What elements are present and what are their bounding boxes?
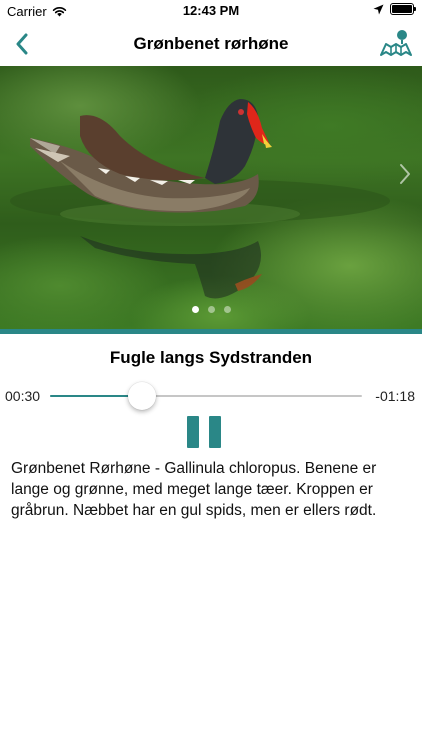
status-right	[373, 3, 416, 15]
progress-slider[interactable]	[50, 382, 362, 410]
map-pin-icon	[380, 30, 412, 56]
page-dot-2[interactable]	[207, 306, 215, 313]
location-arrow-icon	[373, 4, 384, 14]
time-elapsed: 00:30	[5, 388, 41, 404]
pause-icon-bar	[209, 416, 221, 448]
chevron-left-icon	[16, 33, 28, 55]
description-text: Grønbenet Rørhøne - Gallinula chloropus.…	[11, 460, 377, 519]
time-remaining: -01:18	[375, 388, 415, 404]
page-dot-3[interactable]	[223, 306, 231, 313]
battery-icon	[390, 3, 416, 15]
page-title: Grønbenet rørhøne	[133, 34, 289, 53]
chevron-right-icon[interactable]	[396, 162, 414, 186]
battery-level	[392, 5, 412, 13]
back-button[interactable]	[8, 30, 36, 58]
page-dot-1[interactable]	[191, 306, 199, 313]
accent-divider	[0, 329, 422, 334]
page-indicator[interactable]	[0, 306, 422, 313]
pause-icon	[187, 416, 199, 448]
map-button[interactable]	[378, 26, 414, 60]
navigation-bar: Grønbenet rørhøne	[0, 22, 422, 66]
pause-button[interactable]	[187, 416, 221, 448]
track-title: Fugle langs Sydstranden	[109, 348, 313, 367]
status-time: 12:43 PM	[182, 3, 240, 18]
status-bar: Carrier 12:43 PM	[0, 0, 422, 22]
slider-thumb[interactable]	[128, 382, 157, 410]
photo-carousel[interactable]	[0, 66, 422, 329]
moorhen-photo	[10, 99, 390, 299]
